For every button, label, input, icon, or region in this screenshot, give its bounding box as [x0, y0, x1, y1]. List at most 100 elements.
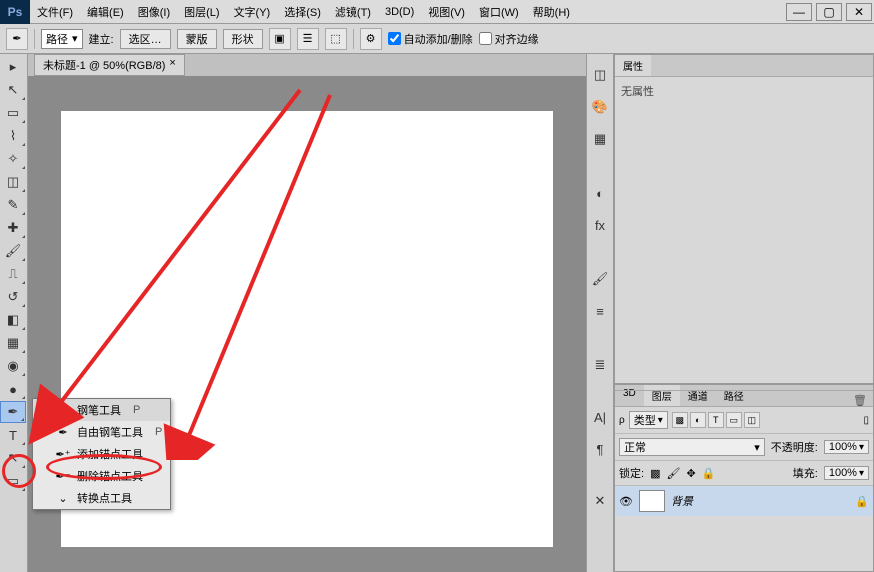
layers-panel: 3D 图层 通道 路径 ρ 类型 ▾ ▩ ◐ T ▭ ◫ ▯ 正常 ▾ 不透明度 — [614, 384, 874, 572]
separator — [34, 29, 35, 49]
expand-icon[interactable]: ▸ — [0, 56, 26, 78]
swatches-panel-icon[interactable]: ▦ — [589, 128, 611, 150]
menu-view[interactable]: 视图(V) — [421, 4, 472, 20]
toolbox: ▸ ↖ ▭ ⌇ ✧ ◫ ✎ ✚ 🖌 ⎍ ↺ ◧ ▦ ◉ ● ✒ T ↖ ▭ — [0, 54, 28, 572]
options-bar: ✒ 路径▾ 建立: 选区… 蒙版 形状 ▣ ☰ ⬚ ⚙ 自动添加/删除 对齐边缘 — [0, 24, 874, 54]
visibility-icon[interactable]: 👁 — [619, 495, 633, 508]
eraser-tool[interactable]: ◧ — [0, 309, 26, 331]
lock-trans-icon[interactable]: ▩ — [650, 467, 660, 480]
mode-select[interactable]: 路径▾ — [41, 29, 83, 49]
auto-add-del-checkbox[interactable]: 自动添加/删除 — [388, 31, 473, 47]
brushes-panel-icon[interactable]: 🖌 — [589, 268, 611, 290]
pen-icon[interactable]: ✒ — [6, 28, 28, 50]
selection-button[interactable]: 选区… — [120, 29, 171, 49]
layer-name[interactable]: 背景 — [671, 493, 693, 509]
menu-edit[interactable]: 编辑(E) — [80, 4, 131, 20]
history-panel-icon[interactable]: ◫ — [589, 64, 611, 86]
menu-3d[interactable]: 3D(D) — [378, 6, 421, 18]
paragraph-panel-icon[interactable]: ¶ — [589, 438, 611, 460]
lock-label: 锁定: — [619, 465, 644, 481]
type-tool[interactable]: T — [0, 424, 26, 446]
mask-button[interactable]: 蒙版 — [177, 29, 217, 49]
menu-help[interactable]: 帮助(H) — [526, 4, 577, 20]
pen-tool-flyout: •✒ 钢笔工具P ✒ 自由钢笔工具P ✒⁺ 添加锚点工具 ✒⁻ 删除锚点工具 ⌄… — [32, 398, 171, 510]
properties-panel: 属性 无属性 🗑 — [614, 54, 874, 384]
separator — [353, 29, 354, 49]
color-panel-icon[interactable]: 🎨 — [589, 96, 611, 118]
filter-kind-select[interactable]: 类型 ▾ — [629, 411, 668, 429]
path-arrange-icon[interactable]: ⬚ — [325, 28, 347, 50]
menu-window[interactable]: 窗口(W) — [472, 4, 526, 20]
fill-label: 填充: — [793, 465, 818, 481]
minimize-button[interactable]: — — [786, 3, 812, 21]
path-align-icon[interactable]: ☰ — [297, 28, 319, 50]
pen-tool[interactable]: ✒ — [0, 401, 26, 423]
lock-pixel-icon[interactable]: 🖌 — [666, 467, 680, 480]
blend-mode-select[interactable]: 正常 ▾ — [619, 438, 765, 456]
flyout-pen-tool[interactable]: •✒ 钢笔工具P — [33, 399, 170, 421]
stamp-tool[interactable]: ⎍ — [0, 263, 26, 285]
brush-tool[interactable]: 🖌 — [0, 240, 26, 262]
close-button[interactable]: ✕ — [846, 3, 872, 21]
menu-image[interactable]: 图像(I) — [131, 4, 177, 20]
filter-smart-icon[interactable]: ◫ — [744, 412, 760, 428]
menu-layer[interactable]: 图层(L) — [177, 4, 226, 20]
shape-tool[interactable]: ▭ — [0, 470, 26, 492]
menu-type[interactable]: 文字(Y) — [227, 4, 278, 20]
layer-thumbnail[interactable] — [639, 490, 665, 512]
history-brush-tool[interactable]: ↺ — [0, 286, 26, 308]
build-label: 建立: — [89, 31, 114, 47]
maximize-button[interactable]: ▢ — [816, 3, 842, 21]
properties-tab[interactable]: 属性 — [615, 55, 651, 76]
dodge-tool[interactable]: ● — [0, 378, 26, 400]
gear-icon[interactable]: ⚙ — [360, 28, 382, 50]
flyout-freeform-pen-tool[interactable]: ✒ 自由钢笔工具P — [33, 421, 170, 443]
flyout-convert-point-tool[interactable]: ⌄ 转换点工具 — [33, 487, 170, 509]
align-edge-input[interactable] — [479, 32, 492, 45]
filter-type-icon[interactable]: T — [708, 412, 724, 428]
healing-tool[interactable]: ✚ — [0, 217, 26, 239]
blur-tool[interactable]: ◉ — [0, 355, 26, 377]
close-tab-icon[interactable]: × — [169, 57, 175, 73]
filter-shape-icon[interactable]: ▭ — [726, 412, 742, 428]
document-tab[interactable]: 未标题-1 @ 50%(RGB/8) × — [34, 54, 185, 76]
lock-pos-icon[interactable]: ✥ — [686, 467, 695, 480]
opacity-label: 不透明度: — [771, 439, 818, 455]
path-select-tool[interactable]: ↖ — [0, 447, 26, 469]
styles-panel-icon[interactable]: fx — [589, 214, 611, 236]
magic-wand-tool[interactable]: ✧ — [0, 148, 26, 170]
lock-icon: 🔒 — [855, 495, 869, 508]
filter-adjust-icon[interactable]: ◐ — [690, 412, 706, 428]
app-logo: Ps — [0, 0, 30, 24]
opacity-input[interactable]: 100% ▾ — [824, 440, 869, 454]
window-controls: — ▢ ✕ — [784, 3, 874, 21]
panel-strip: ◫ 🎨 ▦ ◐ fx 🖌 ≡ ≣ A| ¶ ✕ — [586, 54, 614, 572]
align-edge-checkbox[interactable]: 对齐边缘 — [479, 31, 539, 47]
crop-tool[interactable]: ◫ — [0, 171, 26, 193]
eyedropper-tool[interactable]: ✎ — [0, 194, 26, 216]
menu-filter[interactable]: 滤镜(T) — [328, 4, 378, 20]
shape-button[interactable]: 形状 — [223, 29, 263, 49]
marquee-tool[interactable]: ▭ — [0, 102, 26, 124]
move-tool[interactable]: ↖ — [0, 79, 26, 101]
lasso-tool[interactable]: ⌇ — [0, 125, 26, 147]
layer-row-background[interactable]: 👁 背景 🔒 — [615, 486, 873, 516]
path-combine-icon[interactable]: ▣ — [269, 28, 291, 50]
auto-add-del-input[interactable] — [388, 32, 401, 45]
tools-panel-icon[interactable]: ✕ — [589, 490, 611, 512]
character-panel-icon[interactable]: A| — [589, 406, 611, 428]
trash-icon[interactable]: 🗑 — [853, 394, 873, 407]
properties-body: 无属性 — [615, 77, 873, 105]
flyout-delete-anchor-tool[interactable]: ✒⁻ 删除锚点工具 — [33, 465, 170, 487]
fill-input[interactable]: 100% ▾ — [824, 466, 869, 480]
menu-file[interactable]: 文件(F) — [30, 4, 80, 20]
lock-all-icon[interactable]: 🔒 — [702, 467, 716, 480]
layers-panel-icon[interactable]: ≣ — [589, 354, 611, 376]
gradient-tool[interactable]: ▦ — [0, 332, 26, 354]
flyout-add-anchor-tool[interactable]: ✒⁺ 添加锚点工具 — [33, 443, 170, 465]
adjustments-panel-icon[interactable]: ◐ — [589, 182, 611, 204]
menu-select[interactable]: 选择(S) — [277, 4, 328, 20]
right-panels: 属性 无属性 🗑 3D 图层 通道 路径 ρ 类型 ▾ ▩ ◐ T — [614, 54, 874, 572]
brush-presets-panel-icon[interactable]: ≡ — [589, 300, 611, 322]
filter-pixel-icon[interactable]: ▩ — [672, 412, 688, 428]
